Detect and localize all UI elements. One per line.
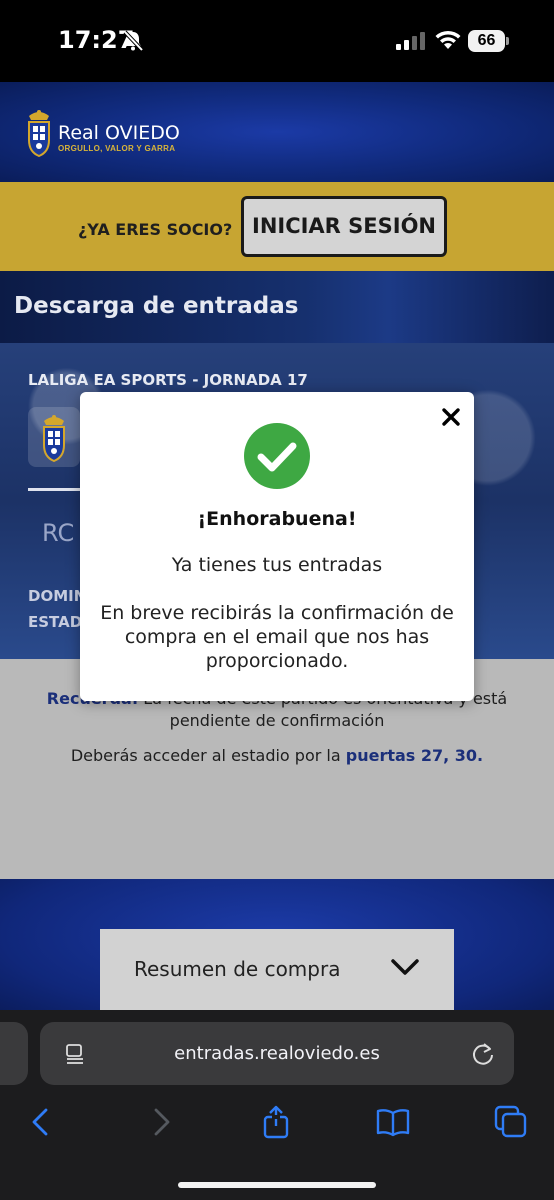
- member-question: ¿YA ERES SOCIO?: [78, 220, 233, 239]
- bookmarks-icon[interactable]: [376, 1105, 410, 1139]
- home-indicator[interactable]: [178, 1182, 376, 1188]
- status-bar: 17:27 66: [0, 0, 554, 82]
- page-title: Descarga de entradas: [14, 293, 299, 319]
- match-date: DOMIN: [28, 587, 87, 605]
- modal-detail: En breve recibirás la confirmación de co…: [100, 602, 454, 672]
- member-login-bar: ¿YA ERES SOCIO? INICIAR SESIÓN: [0, 182, 554, 271]
- brand-name: Real OVIEDO: [58, 122, 180, 144]
- tabs-icon[interactable]: [494, 1105, 528, 1139]
- away-team-name: RC: [42, 519, 75, 547]
- share-icon[interactable]: [259, 1105, 293, 1139]
- previous-tab-preview[interactable]: [0, 1022, 28, 1085]
- wifi-icon: [435, 30, 461, 49]
- modal-message: Ya tienes tus entradas: [171, 554, 383, 576]
- browser-toolbar: entradas.realoviedo.es: [0, 1010, 554, 1200]
- modal-title: ¡Enhorabuena!: [197, 508, 357, 530]
- back-icon[interactable]: [24, 1105, 58, 1139]
- purchase-summary-toggle[interactable]: Resumen de compra: [100, 929, 454, 1019]
- access-line: Deberás acceder al estadio por la puerta…: [0, 746, 554, 765]
- site-header: Real OVIEDO ORGULLO, VALOR Y GARRA: [0, 82, 554, 182]
- section-header: Descarga de entradas: [0, 271, 554, 343]
- reload-icon[interactable]: [470, 1041, 496, 1067]
- purchase-summary-label: Resumen de compra: [134, 957, 341, 981]
- real-oviedo-crest-icon[interactable]: [26, 106, 52, 158]
- reminder-text-2: pendiente de confirmación: [169, 711, 385, 730]
- access-text: Deberás acceder al estadio por la: [70, 746, 346, 765]
- silent-bell-icon: [123, 30, 144, 52]
- success-modal: ¡Enhorabuena! Ya tienes tus entradas En …: [80, 392, 474, 701]
- success-check-icon: [244, 423, 310, 489]
- address-bar[interactable]: entradas.realoviedo.es: [40, 1022, 514, 1085]
- battery-level: 66: [468, 30, 505, 52]
- home-team-crest-icon: [43, 415, 65, 463]
- access-gates: puertas 27, 30.: [345, 746, 484, 765]
- match-stadium: ESTAD: [28, 613, 83, 631]
- competition-label: LALIGA EA SPORTS - JORNADA 17: [28, 371, 308, 389]
- divider: [28, 488, 88, 491]
- url-text: entradas.realoviedo.es: [174, 1043, 380, 1064]
- close-icon[interactable]: [440, 406, 462, 428]
- brand-tagline: ORGULLO, VALOR Y GARRA: [58, 144, 176, 153]
- chevron-down-icon: [391, 959, 419, 975]
- login-button[interactable]: INICIAR SESIÓN: [241, 196, 447, 257]
- battery-icon: 66: [468, 30, 510, 52]
- forward-icon[interactable]: [144, 1105, 178, 1139]
- cell-signal-icon: [396, 32, 425, 50]
